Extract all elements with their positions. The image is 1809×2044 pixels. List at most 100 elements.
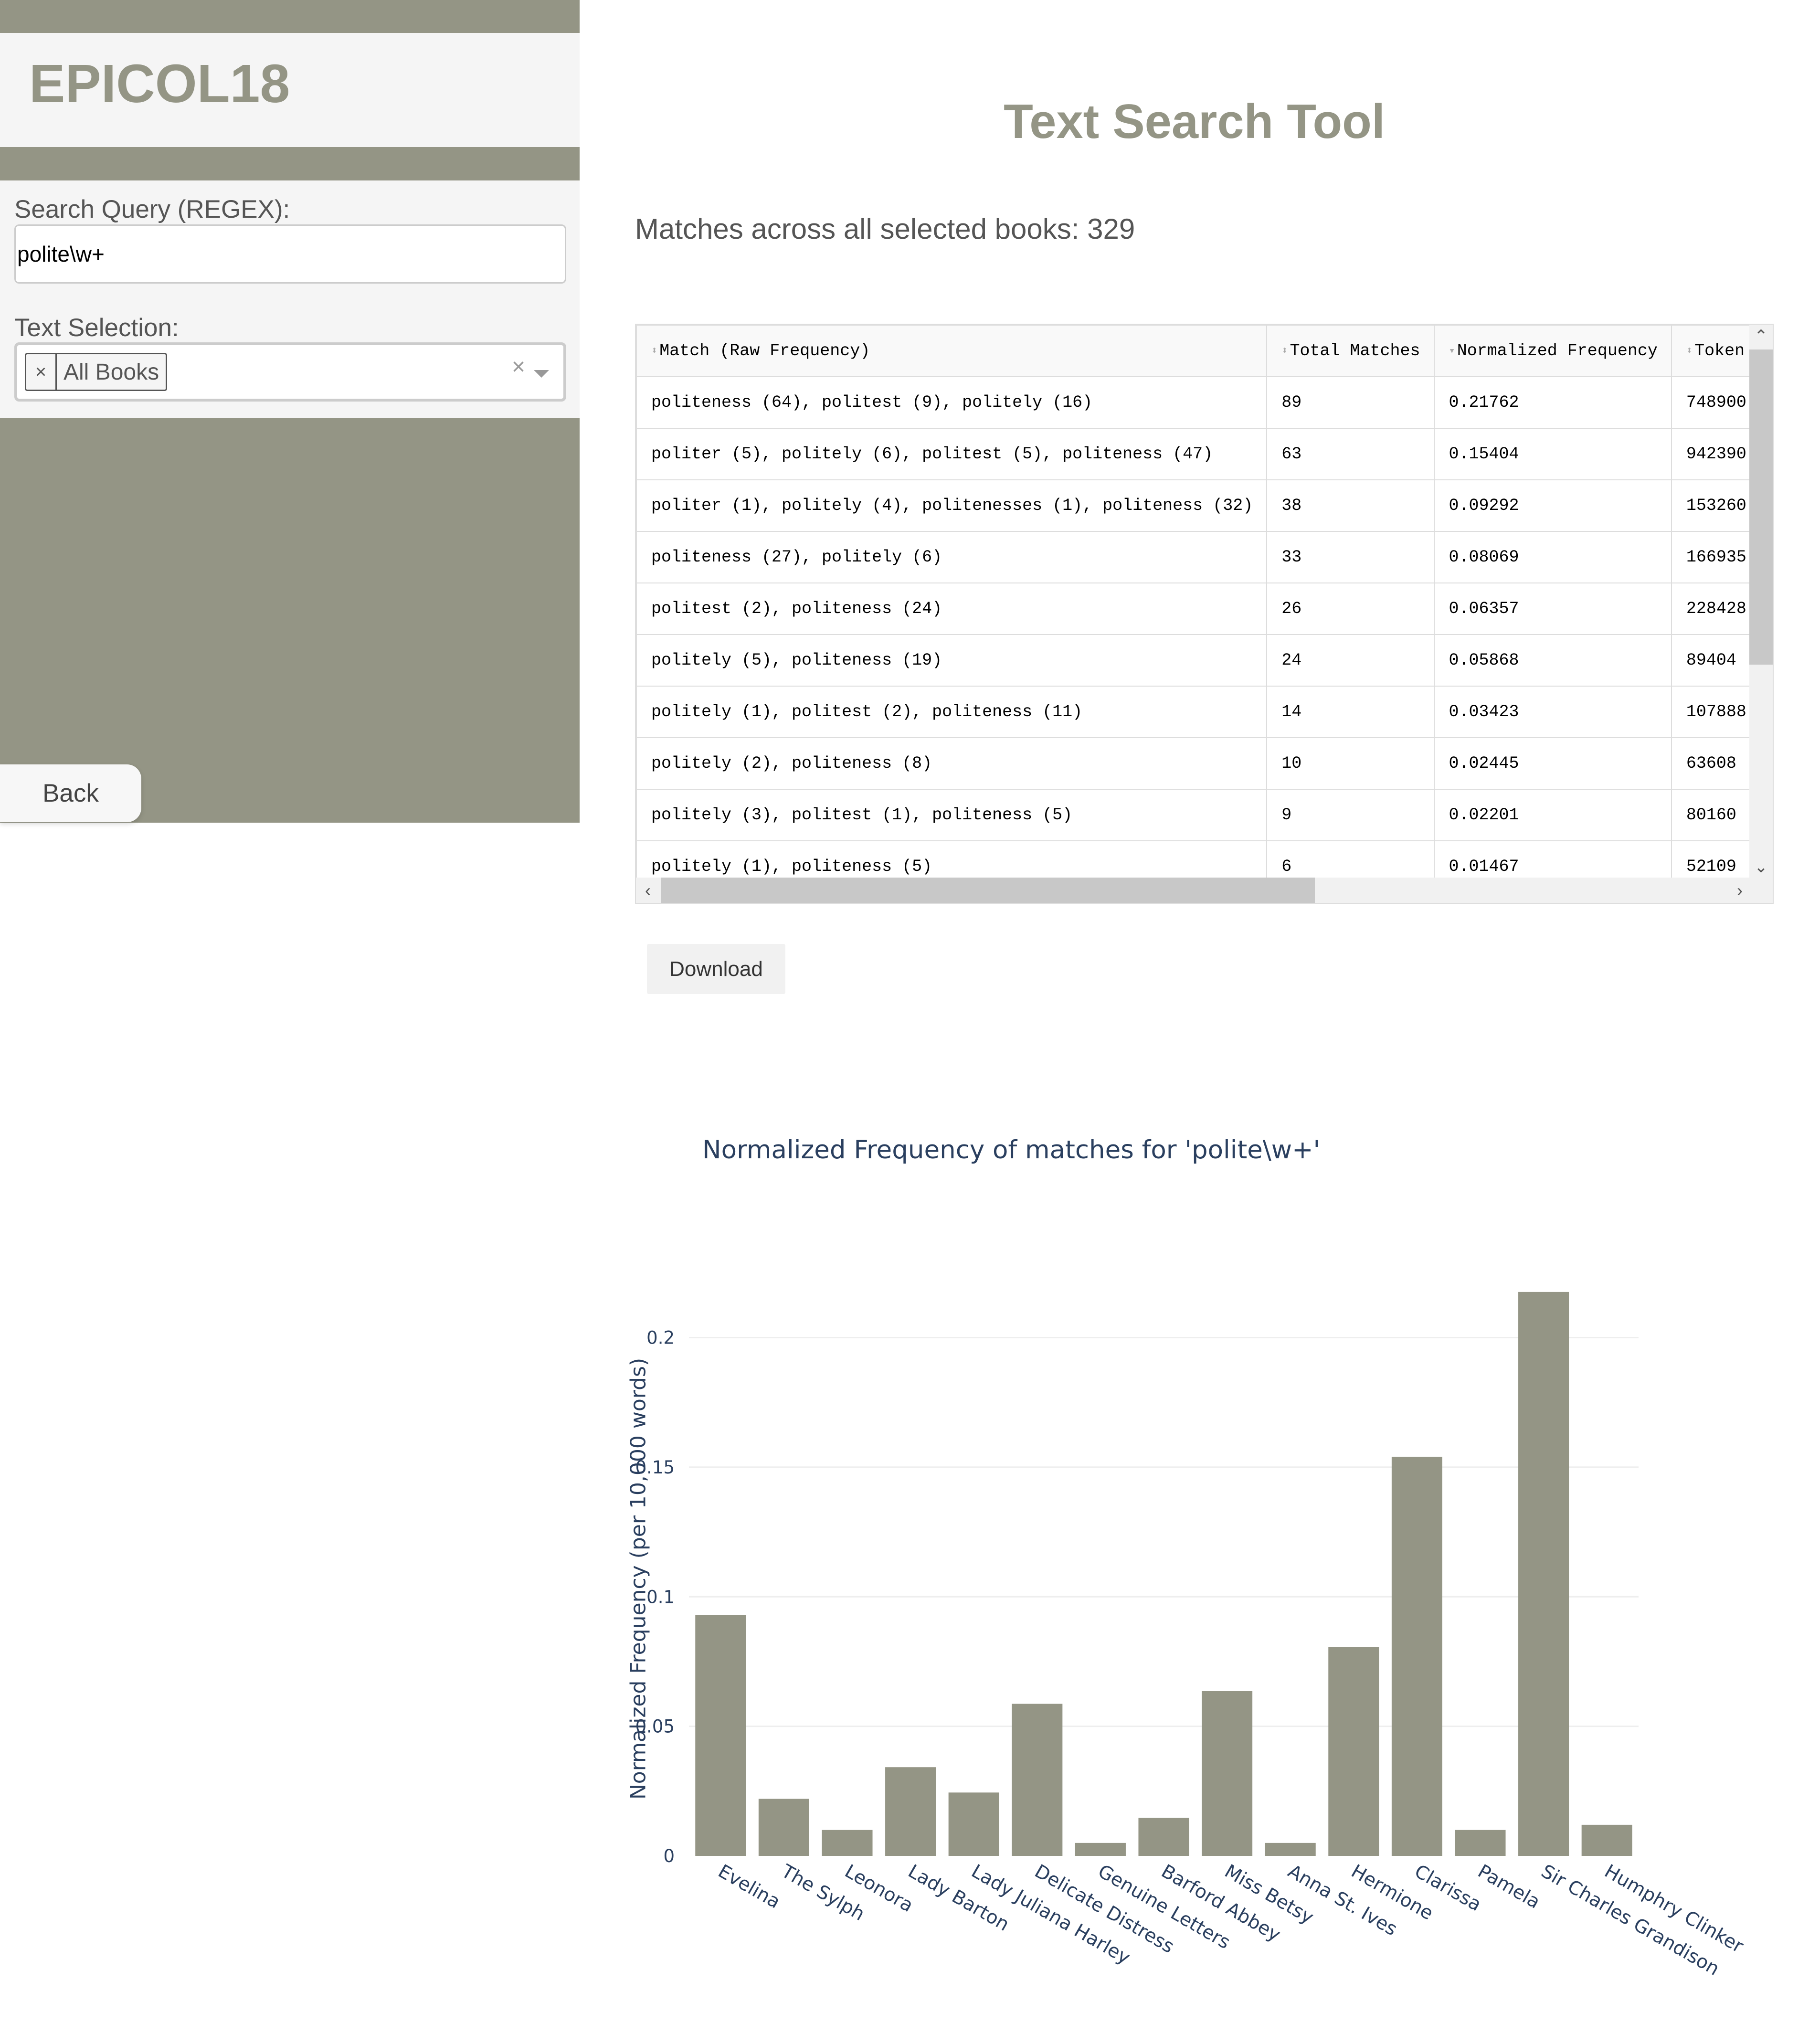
table-cell: 52109 <box>1671 840 1750 879</box>
table-header-row: ⬍ Match (Raw Frequency) ⬍ Total Matches ▾ N… <box>636 325 1750 377</box>
table-cell: 0.02445 <box>1433 737 1672 790</box>
table-cell: 0.01467 <box>1433 840 1672 879</box>
table-cell: 89 <box>1266 376 1435 429</box>
y-tick-label: 0.2 <box>646 1328 675 1348</box>
bar-pamela[interactable] <box>1455 1830 1506 1856</box>
column-header-token-total[interactable]: ⬍Token Tot <box>1671 325 1750 377</box>
table-cell: politely (3), politest (1), politeness (… <box>636 789 1268 841</box>
y-axis-title: Normalized Frequency (per 10,000 words) <box>626 1358 650 1800</box>
table-row[interactable]: politest (2), politeness (24) 26 0.06357 22… <box>636 582 1750 635</box>
match-summary: Matches across all selected books: 329 <box>635 213 1135 245</box>
table-cell: politely (5), politeness (19) <box>636 634 1268 687</box>
table-cell: 0.08069 <box>1433 531 1672 583</box>
table-cell: 63608 <box>1671 737 1750 790</box>
bar-lady-barton[interactable] <box>885 1767 936 1856</box>
bar-barford-abbey[interactable] <box>1138 1818 1189 1856</box>
results-table-container: ⬍ Match (Raw Frequency) ⬍ Total Matches ▾ N… <box>635 324 1774 904</box>
table-cell: politer (5), politely (6), politest (5),… <box>636 428 1268 480</box>
table-cell: 942390 <box>1671 428 1750 480</box>
sort-icon: ⬍ <box>651 345 658 357</box>
table-cell: 89404 <box>1671 634 1750 687</box>
table-body: politeness (64), politest (9), politely … <box>636 376 1750 879</box>
scroll-left-icon[interactable]: ‹ <box>636 878 660 903</box>
column-header-match[interactable]: ⬍ Match (Raw Frequency) <box>636 325 1268 377</box>
table-cell: 0.09292 <box>1433 479 1672 532</box>
table-row[interactable]: politely (1), politeness (5) 6 0.01467 5210… <box>636 840 1750 879</box>
table-row[interactable]: politely (3), politest (1), politeness (… <box>636 789 1750 841</box>
search-query-input[interactable] <box>14 224 566 284</box>
horizontal-scrollbar[interactable]: ‹ › <box>636 878 1773 903</box>
chevron-down-icon[interactable] <box>534 370 549 378</box>
table-row[interactable]: politely (5), politeness (19) 24 0.05868 89… <box>636 634 1750 687</box>
table-cell: politeness (64), politest (9), politely … <box>636 376 1268 429</box>
table-row[interactable]: politely (1), politest (2), politeness (… <box>636 686 1750 738</box>
bar-lady-juliana-harley[interactable] <box>948 1792 999 1856</box>
table-cell: 26 <box>1266 582 1435 635</box>
table-cell: politeness (27), politely (6) <box>636 531 1268 583</box>
table-cell: 0.02201 <box>1433 789 1672 841</box>
bar-sir-charles-grandison[interactable] <box>1518 1292 1569 1856</box>
download-button[interactable]: Download <box>647 944 785 994</box>
table-cell: 228428 <box>1671 582 1750 635</box>
bar-hermione[interactable] <box>1328 1647 1379 1856</box>
table-cell: politest (2), politeness (24) <box>636 582 1268 635</box>
table-row[interactable]: politer (5), politely (6), politest (5),… <box>636 428 1750 480</box>
text-selection-label: Text Selection: <box>14 314 179 342</box>
table-cell: politely (1), politest (2), politeness (… <box>636 686 1268 738</box>
column-header-normalized-frequency[interactable]: ▾ Normalized Frequency <box>1433 325 1672 377</box>
table-cell: 0.03423 <box>1433 686 1672 738</box>
bar-miss-betsy[interactable] <box>1202 1691 1253 1856</box>
selected-chip: × All Books <box>25 353 168 391</box>
table-cell: 748900 <box>1671 376 1750 429</box>
table-cell: politer (1), politely (4), politenesses … <box>636 479 1268 532</box>
table-cell: 6 <box>1266 840 1435 879</box>
bar-evelina[interactable] <box>695 1615 746 1856</box>
table-cell: 24 <box>1266 634 1435 687</box>
page-title: Text Search Tool <box>1004 95 1385 148</box>
table-row[interactable]: politeness (27), politely (6) 33 0.08069 16… <box>636 531 1750 583</box>
table-cell: 0.06357 <box>1433 582 1672 635</box>
vertical-scrollbar[interactable]: ⌃ ⌄ <box>1749 325 1773 879</box>
scroll-right-icon[interactable]: › <box>1728 878 1752 903</box>
table-row[interactable]: politely (2), politeness (8) 10 0.02445 636… <box>636 737 1750 790</box>
table-cell: 14 <box>1266 686 1435 738</box>
back-button[interactable]: Back <box>0 764 141 822</box>
text-selection-dropdown[interactable]: × All Books × <box>14 342 566 402</box>
table-cell: 0.21762 <box>1433 376 1672 429</box>
table-cell: politely (1), politeness (5) <box>636 840 1268 879</box>
chip-label: All Books <box>63 359 159 385</box>
table-cell: 107888 <box>1671 686 1750 738</box>
horizontal-scroll-thumb[interactable] <box>661 878 1315 903</box>
bar-leonora[interactable] <box>822 1830 873 1856</box>
bar-anna-st-ives[interactable] <box>1265 1843 1316 1856</box>
results-table: ⬍ Match (Raw Frequency) ⬍ Total Matches ▾ N… <box>636 325 1750 879</box>
y-tick-label: 0.1 <box>646 1587 675 1607</box>
chip-remove-icon[interactable]: × <box>26 354 57 390</box>
sort-icon: ⬍ <box>1686 345 1693 357</box>
app-logo: EPICOL18 <box>29 53 290 114</box>
scroll-down-icon[interactable]: ⌄ <box>1749 856 1773 879</box>
table-cell: politely (2), politeness (8) <box>636 737 1268 790</box>
table-cell: 33 <box>1266 531 1435 583</box>
bar-clarissa[interactable] <box>1391 1456 1442 1856</box>
vertical-scroll-thumb[interactable] <box>1749 349 1773 665</box>
sort-icon: ⬍ <box>1281 345 1288 357</box>
column-header-total-matches[interactable]: ⬍ Total Matches <box>1266 325 1435 377</box>
search-query-label: Search Query (REGEX): <box>14 195 290 223</box>
scroll-up-icon[interactable]: ⌃ <box>1749 325 1773 348</box>
table-cell: 0.05868 <box>1433 634 1672 687</box>
table-row[interactable]: politeness (64), politest (9), politely … <box>636 376 1750 429</box>
y-tick-label: 0 <box>663 1846 675 1866</box>
table-cell: 63 <box>1266 428 1435 480</box>
table-cell: 0.15404 <box>1433 428 1672 480</box>
bar-humphry-clinker[interactable] <box>1581 1824 1632 1856</box>
x-tick-label: Anna St. Ives <box>1284 1861 1401 1940</box>
results-table-viewport: ⬍ Match (Raw Frequency) ⬍ Total Matches ▾ N… <box>636 325 1750 879</box>
sort-desc-icon: ▾ <box>1449 345 1455 357</box>
bar-genuine-letters[interactable] <box>1075 1843 1126 1856</box>
table-row[interactable]: politer (1), politely (4), politenesses … <box>636 479 1750 532</box>
clear-selection-icon[interactable]: × <box>512 356 525 379</box>
table-cell: 38 <box>1266 479 1435 532</box>
bar-the-sylph[interactable] <box>758 1799 809 1856</box>
bar-delicate-distress[interactable] <box>1012 1704 1063 1856</box>
